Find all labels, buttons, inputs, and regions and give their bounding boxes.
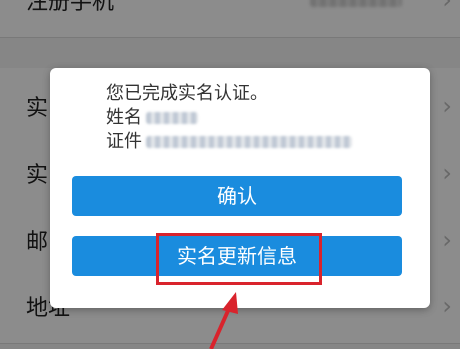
name-value-blurred bbox=[146, 112, 198, 124]
screen: 注册手机 › 实 › 实 › 邮 › 地址 › 您已完成实名认证。 姓名 bbox=[0, 0, 460, 349]
confirm-button[interactable]: 确认 bbox=[72, 176, 402, 216]
status-text: 您已完成实名认证。 bbox=[106, 83, 268, 104]
id-line: 证件 bbox=[106, 130, 352, 154]
highlight-annotation-box bbox=[156, 233, 322, 285]
id-value-blurred bbox=[146, 136, 352, 148]
id-label: 证件 bbox=[106, 131, 142, 152]
name-line: 姓名 bbox=[106, 106, 352, 130]
dialog-message: 您已完成实名认证。 姓名 证件 bbox=[106, 82, 352, 154]
name-label: 姓名 bbox=[106, 107, 142, 128]
